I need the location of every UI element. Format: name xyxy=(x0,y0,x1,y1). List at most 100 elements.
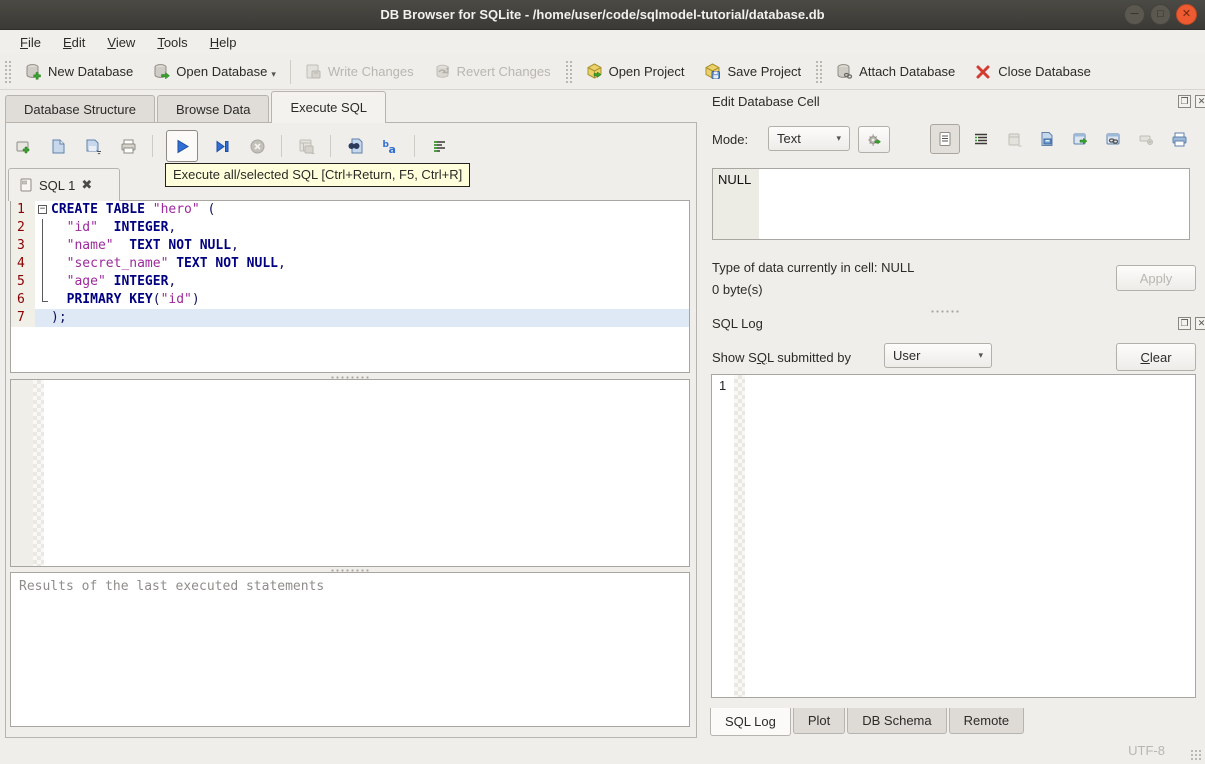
line-number: 6 xyxy=(11,291,35,309)
save-results-icon xyxy=(299,139,314,154)
stop-execution-button[interactable] xyxy=(246,135,268,157)
text-mode-button[interactable] xyxy=(930,124,960,154)
open-database-button[interactable]: Open Database ▾ xyxy=(143,58,286,85)
menu-view[interactable]: View xyxy=(97,33,145,52)
resize-grip[interactable] xyxy=(1190,749,1202,761)
dock-close-icon[interactable]: ✕ xyxy=(1195,95,1205,108)
minimize-button[interactable]: ─ xyxy=(1124,4,1145,25)
close-button[interactable]: ✕ xyxy=(1176,4,1197,25)
window-controls: ─ □ ✕ xyxy=(1124,4,1197,25)
open-sql-file-button[interactable] xyxy=(47,135,69,157)
save-project-button[interactable]: Save Project xyxy=(694,58,811,85)
open-project-button[interactable]: Open Project xyxy=(576,58,695,85)
tab-execute-sql[interactable]: Execute SQL xyxy=(271,91,387,123)
log-text-area[interactable] xyxy=(745,375,1195,697)
save-project-icon xyxy=(705,63,721,79)
open-database-caret-icon[interactable]: ▾ xyxy=(271,69,276,80)
tab-remote[interactable]: Remote xyxy=(948,708,1025,734)
mode-value: Text xyxy=(777,131,801,146)
tab-plot[interactable]: Plot xyxy=(792,708,846,734)
find-icon xyxy=(348,138,362,153)
cell-value-editor[interactable]: NULL xyxy=(712,168,1190,240)
toolbar-separator xyxy=(289,59,291,84)
main-tab-bar: Database Structure Browse Data Execute S… xyxy=(5,91,388,123)
print-sql-button[interactable] xyxy=(117,135,139,157)
dock-float-icon[interactable]: ❐ xyxy=(1178,95,1191,108)
attach-database-icon xyxy=(837,64,853,79)
line-number: 3 xyxy=(11,237,35,255)
save-results-button[interactable] xyxy=(295,135,317,157)
grid-row-header xyxy=(11,380,33,566)
attach-database-label: Attach Database xyxy=(859,64,956,79)
log-filter-select[interactable]: User ▾ xyxy=(884,343,992,368)
results-grid[interactable] xyxy=(10,379,690,567)
dock-splitter-handle[interactable] xyxy=(930,309,960,314)
editor-line[interactable]: 2 "id" INTEGER, xyxy=(11,219,689,237)
find-replace-button[interactable] xyxy=(344,135,366,157)
set-null-button[interactable] xyxy=(1134,127,1158,151)
sql-toolbar-separator xyxy=(330,135,331,157)
open-in-external-button[interactable] xyxy=(1068,127,1092,151)
tab-database-structure[interactable]: Database Structure xyxy=(5,95,156,123)
word-wrap-cell-button[interactable] xyxy=(969,127,993,151)
toolbar-drag-handle[interactable] xyxy=(564,59,572,84)
sql-log-dock-buttons: ❐ ✕ xyxy=(1178,317,1205,330)
sql-editor-tab[interactable]: SQL 1 ✖ xyxy=(8,168,120,201)
print-cell-button[interactable] xyxy=(1167,127,1191,151)
revert-changes-label: Revert Changes xyxy=(456,64,551,79)
editor-line[interactable]: 7); xyxy=(11,309,689,327)
editor-line[interactable]: 4 "secret_name" TEXT NOT NULL, xyxy=(11,255,689,273)
sql-tab-close-icon[interactable]: ✖ xyxy=(81,177,92,193)
close-icon: ✕ xyxy=(1181,8,1192,20)
editor-line[interactable]: 5 "age" INTEGER, xyxy=(11,273,689,291)
toolbar-drag-handle[interactable] xyxy=(4,59,11,84)
word-wrap-button[interactable] xyxy=(428,135,450,157)
menu-help[interactable]: Help xyxy=(200,33,247,52)
code-text: "name" TEXT NOT NULL, xyxy=(66,238,239,253)
menu-file[interactable]: File xyxy=(10,33,51,52)
menubar: File Edit View Tools Help xyxy=(0,30,1205,54)
svg-text:a: a xyxy=(388,143,395,155)
new-sql-tab-button[interactable] xyxy=(12,135,34,157)
apply-button[interactable]: Apply xyxy=(1116,265,1196,291)
save-sql-file-button[interactable] xyxy=(82,135,104,157)
dock-close-icon[interactable]: ✕ xyxy=(1195,317,1205,330)
sql-log-area[interactable]: 1 xyxy=(711,374,1196,698)
results-message-pane[interactable]: Results of the last executed statements xyxy=(10,572,690,727)
editor-line[interactable]: 6 PRIMARY KEY("id") xyxy=(11,291,689,309)
maximize-button[interactable]: □ xyxy=(1150,4,1171,25)
code-text: "id" INTEGER, xyxy=(66,220,177,235)
edit-link-button[interactable] xyxy=(1101,127,1125,151)
editor-line[interactable]: 1− CREATE TABLE "hero" ( xyxy=(11,201,689,219)
open-database-label: Open Database xyxy=(176,64,268,79)
new-database-icon xyxy=(26,64,41,80)
sql-editor[interactable]: 1− CREATE TABLE "hero" (2 "id" INTEGER, 3 … xyxy=(10,200,690,373)
new-database-button[interactable]: New Database xyxy=(15,58,143,85)
attach-database-button[interactable]: Attach Database xyxy=(826,58,965,85)
clear-log-button[interactable]: Clear xyxy=(1116,343,1196,371)
menu-edit[interactable]: Edit xyxy=(53,33,95,52)
bottom-dock-tabs: SQL Log Plot DB Schema Remote xyxy=(710,708,1026,736)
dock-float-icon[interactable]: ❐ xyxy=(1178,317,1191,330)
auto-complete-button[interactable]: b a xyxy=(379,135,401,157)
apply-mode-button[interactable] xyxy=(858,126,890,153)
write-changes-button[interactable]: Write Changes xyxy=(295,58,424,85)
mode-select[interactable]: Text ▾ xyxy=(768,126,850,151)
execute-current-line-button[interactable] xyxy=(211,135,233,157)
log-filter-value: User xyxy=(893,348,921,363)
new-database-label: New Database xyxy=(48,64,134,79)
tab-db-schema[interactable]: DB Schema xyxy=(847,708,947,734)
fold-marker-icon[interactable]: − xyxy=(35,201,51,219)
execute-sql-button[interactable] xyxy=(166,130,198,162)
cell-value-text-area[interactable] xyxy=(759,169,1189,239)
export-data-button[interactable] xyxy=(1035,127,1059,151)
menu-tools[interactable]: Tools xyxy=(147,33,197,52)
import-data-button[interactable] xyxy=(1002,127,1026,151)
revert-changes-button[interactable]: Revert Changes xyxy=(424,58,561,85)
tab-sql-log[interactable]: SQL Log xyxy=(710,708,791,736)
close-database-button[interactable]: Close Database xyxy=(965,58,1101,85)
toolbar-drag-handle[interactable] xyxy=(815,59,823,84)
grid-empty-column xyxy=(33,380,44,566)
tab-browse-data[interactable]: Browse Data xyxy=(157,95,270,123)
editor-line[interactable]: 3 "name" TEXT NOT NULL, xyxy=(11,237,689,255)
